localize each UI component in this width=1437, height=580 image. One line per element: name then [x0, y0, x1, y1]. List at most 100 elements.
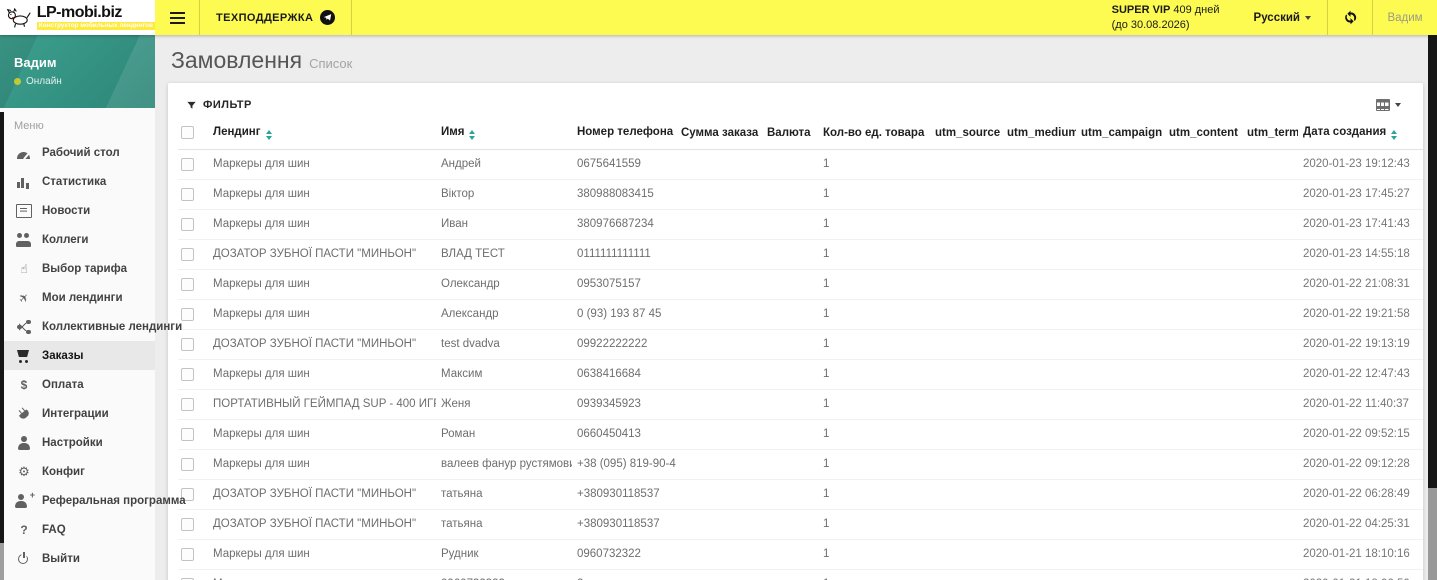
- sidebar-item-tariff[interactable]: ☝ Выбор тарифа: [0, 254, 155, 283]
- row-checkbox-cell: [178, 269, 208, 300]
- table-cell: [1164, 209, 1242, 240]
- table-cell: 1: [818, 299, 930, 330]
- table-cell: [762, 179, 818, 210]
- table-cell: [1076, 149, 1164, 180]
- table-cell: 2020-01-23 14:55:18: [1298, 239, 1418, 270]
- table-cell: [1242, 329, 1298, 360]
- sidebar-item-my-landings[interactable]: ✈ Мои лендинги: [0, 283, 155, 312]
- table-cell: [1242, 509, 1298, 540]
- table-cell: ПОРТАТИВНЫЙ ГЕЙМПАД SUP - 400 ИГР В 1: [208, 389, 436, 420]
- row-checkbox[interactable]: [181, 217, 194, 231]
- row-checkbox[interactable]: [181, 427, 194, 441]
- filter-button[interactable]: ФИЛЬТР: [186, 99, 252, 111]
- sort-icon: [1391, 130, 1398, 140]
- refresh-button[interactable]: [1328, 0, 1372, 35]
- sidebar-item-integrations[interactable]: Интеграции: [0, 399, 155, 428]
- sidebar-item-collective-landings[interactable]: Коллективные лендинги: [0, 312, 182, 341]
- scrollbar-thumb[interactable]: [1428, 488, 1437, 580]
- row-checkbox[interactable]: [181, 517, 194, 531]
- table-cell: [1076, 269, 1164, 300]
- table-cell: [676, 389, 762, 420]
- sidebar-item-statistics[interactable]: Статистика: [0, 167, 155, 196]
- logo[interactable]: LP-mobi.biz Конструктор мобильных лендин…: [0, 0, 155, 35]
- table-cell: [762, 269, 818, 300]
- column-header[interactable]: Лендинг: [208, 124, 436, 150]
- sidebar-item-colleagues[interactable]: Коллеги: [0, 225, 155, 254]
- table-cell: 1: [818, 179, 930, 210]
- scrollbar-vertical[interactable]: [1428, 35, 1437, 580]
- sidebar-user-panel: Вадим Онлайн: [0, 35, 155, 108]
- sidebar-item-orders[interactable]: Заказы: [0, 341, 155, 370]
- row-checkbox[interactable]: [181, 397, 194, 411]
- plan-name: SUPER VIP: [1111, 3, 1171, 16]
- table-cell: [762, 449, 818, 480]
- table-cell: 1: [818, 149, 930, 180]
- row-checkbox[interactable]: [181, 367, 194, 381]
- table-row: Маркеры для шин Рудник 0960732322 1 2020-01-…: [178, 539, 1423, 570]
- table-cell: [1164, 329, 1242, 360]
- sidebar-item-config[interactable]: ⚙ Конфиг: [0, 457, 155, 486]
- sidebar-scrollbar[interactable]: [0, 112, 4, 580]
- select-all-checkbox[interactable]: [181, 126, 194, 140]
- table-cell: татьяна: [436, 509, 572, 540]
- sidebar-item-faq[interactable]: ? FAQ: [0, 515, 155, 544]
- table-cell: [676, 359, 762, 390]
- row-checkbox[interactable]: [181, 307, 194, 321]
- table-cell: Маркеры для шин: [208, 299, 436, 330]
- table-cell: татьяна: [436, 479, 572, 510]
- table-cell: [762, 299, 818, 330]
- tech-support-button[interactable]: ТЕХПОДДЕРЖКА: [200, 0, 351, 35]
- username-button[interactable]: Вадим: [1373, 0, 1437, 35]
- column-header[interactable]: Номер телефона: [572, 124, 676, 150]
- column-header[interactable]: Имя: [436, 124, 572, 150]
- row-checkbox[interactable]: [181, 157, 194, 171]
- row-checkbox[interactable]: [181, 337, 194, 351]
- table-cell: [1242, 569, 1298, 580]
- orders-table: Лендинг Имя Номер телефона Сумма заказа Валю…: [178, 124, 1423, 580]
- table-cell: [1242, 389, 1298, 420]
- table-cell: [930, 479, 1002, 510]
- row-checkbox[interactable]: [181, 457, 194, 471]
- table-cell: Маркеры для шин: [208, 179, 436, 210]
- row-options-cell: УДАЛИТЬ: [1418, 329, 1423, 360]
- dog-logo-icon: [6, 7, 31, 28]
- table-cell: [930, 389, 1002, 420]
- sidebar-item-payment[interactable]: $ Оплата: [0, 370, 155, 399]
- username-label: Вадим: [1387, 11, 1423, 24]
- column-settings-button[interactable]: [1376, 99, 1405, 111]
- table-cell: 2020-01-22 06:28:49: [1298, 479, 1418, 510]
- tech-support-label: ТЕХПОДДЕРЖКА: [216, 11, 314, 24]
- table-row: ДОЗАТОР ЗУБНОЇ ПАСТИ "МИНЬОН" татьяна +380…: [178, 479, 1423, 510]
- table-cell: [762, 359, 818, 390]
- table-cell: [1164, 179, 1242, 210]
- sidebar-item-dashboard[interactable]: Рабочий стол: [0, 138, 155, 167]
- sidebar-scrollbar-thumb[interactable]: [0, 543, 4, 580]
- row-checkbox[interactable]: [181, 247, 194, 261]
- row-checkbox-cell: [178, 329, 208, 360]
- hamburger-menu-button[interactable]: [155, 0, 199, 35]
- sidebar-item-settings[interactable]: Настройки: [0, 428, 155, 457]
- row-checkbox[interactable]: [181, 187, 194, 201]
- table-cell: 2020-01-22 21:08:31: [1298, 269, 1418, 300]
- table-cell: [676, 509, 762, 540]
- table-cell: 0 (93) 193 87 45: [572, 299, 676, 330]
- column-header[interactable]: Дата создания: [1298, 124, 1418, 150]
- table-row: ПОРТАТИВНЫЙ ГЕЙМПАД SUP - 400 ИГР В 1Жен…: [178, 389, 1423, 420]
- column-header: utm_content: [1164, 124, 1242, 150]
- table-cell: 1: [818, 419, 930, 450]
- sidebar-item-logout[interactable]: Выйти: [0, 544, 155, 573]
- table-cell: [762, 239, 818, 270]
- chevron-down-icon: [1305, 15, 1311, 20]
- language-select[interactable]: Русский: [1238, 0, 1327, 35]
- table-cell: 1: [818, 539, 930, 570]
- row-checkbox-cell: [178, 389, 208, 420]
- row-options-cell: УДАЛИТЬ: [1418, 419, 1423, 450]
- stats-icon: [14, 174, 34, 190]
- table-cell: [676, 269, 762, 300]
- row-checkbox[interactable]: [181, 547, 194, 561]
- row-checkbox[interactable]: [181, 277, 194, 291]
- sidebar-item-referral[interactable]: + Реферальная программа: [0, 486, 186, 515]
- colleagues-icon: [14, 232, 34, 248]
- sidebar-item-news[interactable]: Новости: [0, 196, 155, 225]
- table-cell: 0953075157: [572, 269, 676, 300]
